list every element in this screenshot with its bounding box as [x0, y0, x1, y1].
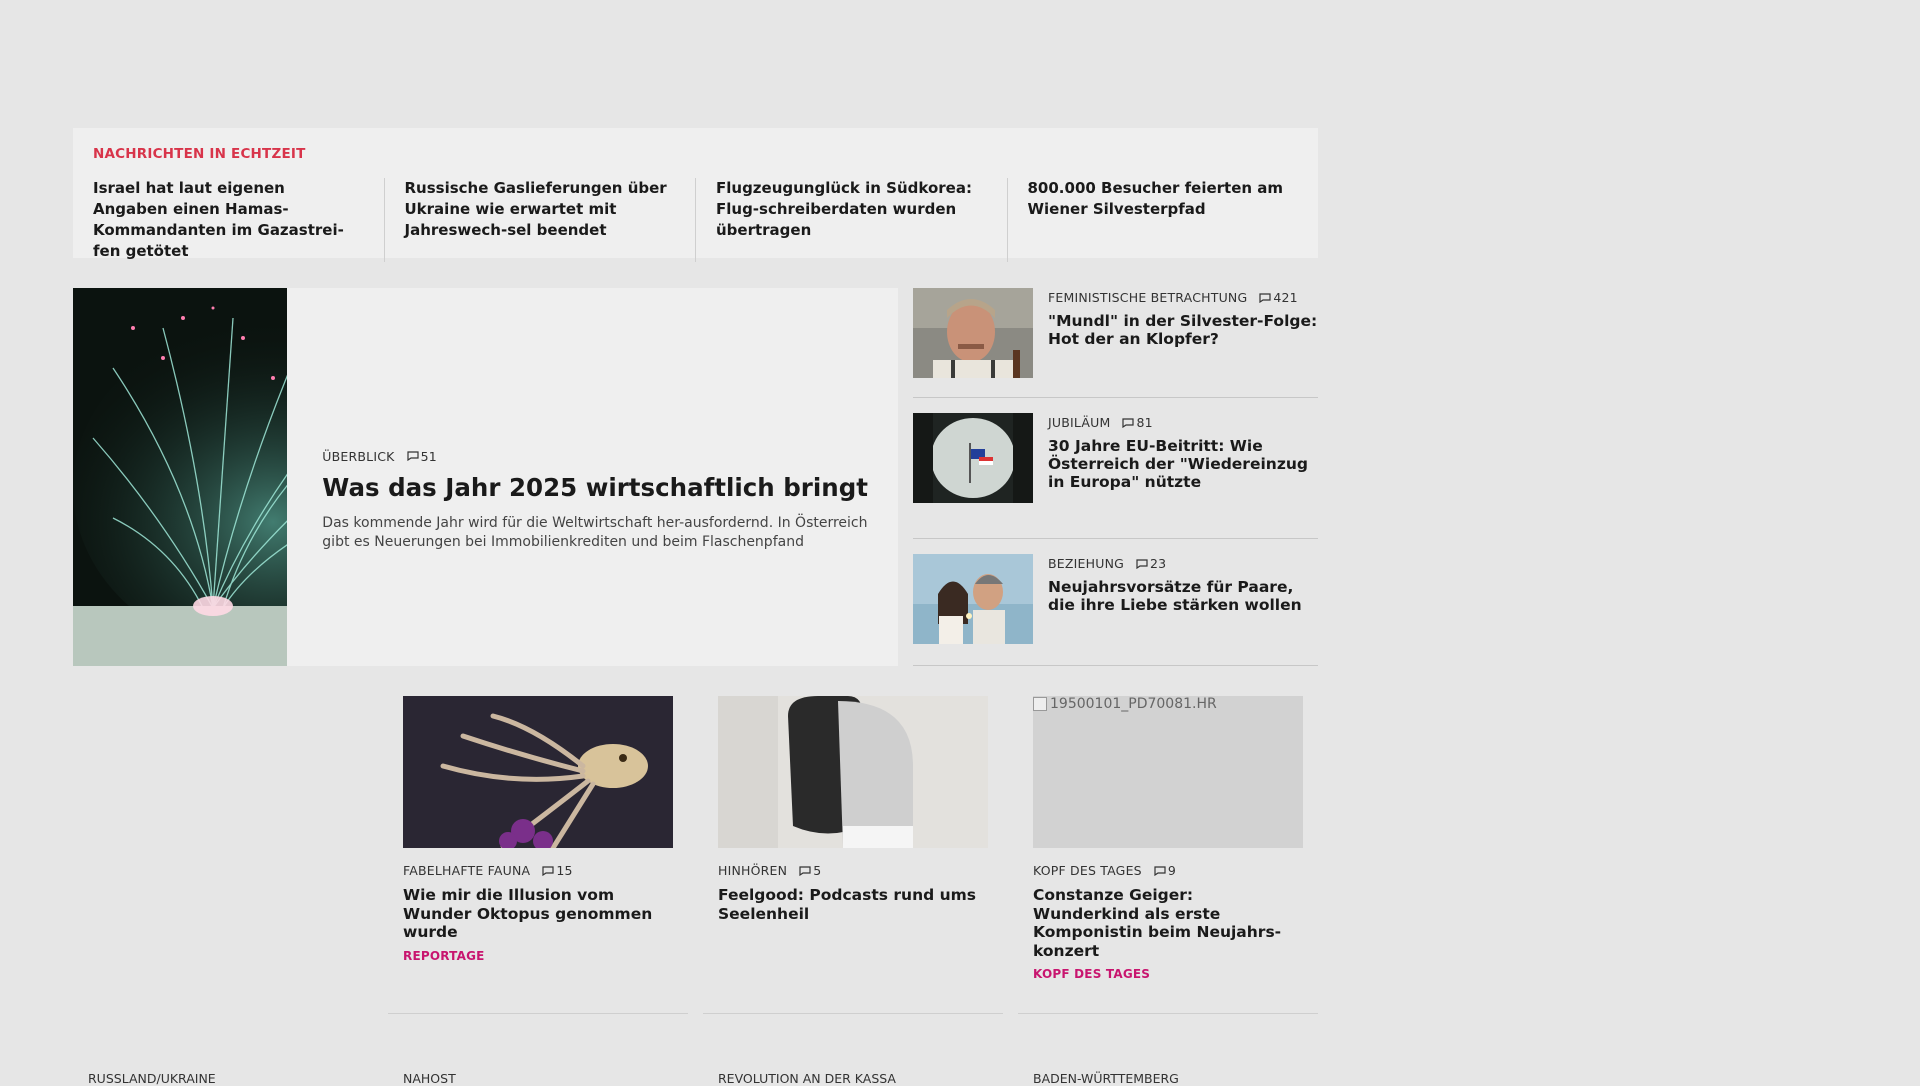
next-row-kicker[interactable]: RUSSLAND/UKRAINE: [88, 1071, 216, 1086]
side-article-title[interactable]: 30 Jahre EU-Beitritt: Wie Österreich der…: [1048, 437, 1318, 491]
side-article-image[interactable]: [913, 413, 1033, 503]
ticker-title[interactable]: NACHRICHTEN IN ECHTZEIT: [93, 146, 1298, 162]
comment-count-value: 421: [1273, 290, 1298, 305]
card-image[interactable]: [718, 696, 988, 848]
comment-count-value: 5: [813, 863, 822, 878]
ticker-item[interactable]: Flugzeugunglück in Südkorea: Flug-schrei…: [695, 178, 1007, 262]
side-kicker: BEZIEHUNG 23: [1048, 556, 1318, 571]
comment-count[interactable]: 421: [1259, 290, 1298, 305]
side-article[interactable]: BEZIEHUNG 23 Neujahrsvorsätze für Paare,…: [913, 539, 1318, 666]
comment-icon: [1259, 292, 1271, 303]
comment-icon: [1122, 417, 1135, 428]
comment-icon: [1136, 558, 1148, 569]
hero-kicker: ÜBERBLICK 51: [322, 449, 868, 464]
card-kicker: KOPF DES TAGES 9: [1033, 863, 1303, 878]
portrait-illustration: [913, 288, 1033, 378]
broken-image-icon: [1033, 697, 1047, 711]
comment-count[interactable]: 23: [1136, 556, 1166, 571]
image-alt-text: 19500101_PD70081.HR: [1033, 696, 1217, 712]
teaser-card[interactable]: 19500101_PD70081.HR KOPF DES TAGES 9 Con…: [1033, 696, 1303, 981]
card-tag[interactable]: KOPF DES TAGES: [1033, 967, 1303, 981]
ticker-item[interactable]: 800.000 Besucher feierten am Wiener Silv…: [1006, 178, 1299, 262]
next-row-kicker[interactable]: REVOLUTION AN DER KASSA: [718, 1071, 896, 1086]
kicker-label: ÜBERBLICK: [322, 448, 395, 464]
live-news-ticker: NACHRICHTEN IN ECHTZEIT Israel hat laut …: [73, 128, 1318, 262]
comment-count[interactable]: 5: [799, 863, 821, 878]
card-image-broken[interactable]: 19500101_PD70081.HR: [1033, 696, 1303, 848]
kicker-label: FEMINISTISCHE BETRACHTUNG: [1048, 290, 1248, 305]
kicker-label: JUBILÄUM: [1048, 415, 1111, 430]
octopus-illustration: [403, 696, 673, 848]
teaser-card[interactable]: HINHÖREN 5 Feelgood: Podcasts rund ums S…: [718, 696, 988, 923]
kicker-label: HINHÖREN: [718, 863, 788, 878]
kicker-label: FABELHAFTE FAUNA: [403, 863, 531, 878]
teaser-card[interactable]: FABELHAFTE FAUNA 15 Wie mir die Illusion…: [403, 696, 673, 963]
side-article[interactable]: FEMINISTISCHE BETRACHTUNG 421 "Mundl" in…: [913, 288, 1318, 398]
divider: [703, 1013, 1003, 1014]
side-kicker: FEMINISTISCHE BETRACHTUNG 421: [1048, 290, 1318, 305]
ticker-item[interactable]: Russische Gaslieferungen über Ukraine wi…: [383, 178, 696, 262]
kicker-label: BEZIEHUNG: [1048, 556, 1125, 571]
comment-icon: [542, 865, 554, 876]
comment-icon: [1154, 865, 1166, 876]
card-image[interactable]: [403, 696, 673, 848]
side-article-text: JUBILÄUM 81 30 Jahre EU-Beitritt: Wie Ös…: [1033, 413, 1318, 538]
side-kicker: JUBILÄUM 81: [1048, 415, 1318, 430]
ticker-item[interactable]: Israel hat laut eigenen Angaben einen Ha…: [93, 178, 384, 262]
card-title[interactable]: Feelgood: Podcasts rund ums Seelenheil: [718, 886, 988, 923]
card-tag[interactable]: REPORTAGE: [403, 949, 673, 963]
comment-count-value: 9: [1167, 863, 1176, 878]
hero-fireworks-image[interactable]: [73, 288, 288, 666]
side-article-text: FEMINISTISCHE BETRACHTUNG 421 "Mundl" in…: [1033, 288, 1318, 397]
side-article-image[interactable]: [913, 288, 1033, 378]
comment-icon: [799, 865, 811, 876]
comment-count[interactable]: 15: [542, 863, 572, 878]
comment-count-value: 51: [420, 448, 437, 464]
side-article[interactable]: JUBILÄUM 81 30 Jahre EU-Beitritt: Wie Ös…: [913, 398, 1318, 539]
card-kicker: HINHÖREN 5: [718, 863, 988, 878]
image-alt-label: 19500101_PD70081.HR: [1050, 696, 1217, 712]
flag-illustration: [913, 413, 1033, 503]
next-row-kicker[interactable]: NAHOST: [403, 1071, 456, 1086]
kicker-label: KOPF DES TAGES: [1033, 863, 1142, 878]
comment-icon: [406, 451, 419, 461]
hero-description: Das kommende Jahr wird für die Weltwirts…: [322, 514, 868, 550]
side-article-image[interactable]: [913, 554, 1033, 644]
side-article-title[interactable]: "Mundl" in der Silvester-Folge: Hot der …: [1048, 312, 1318, 348]
hero-title[interactable]: Was das Jahr 2025 wirtschaftlich bringt: [322, 473, 868, 502]
comment-count[interactable]: 81: [1122, 415, 1153, 430]
side-article-text: BEZIEHUNG 23 Neujahrsvorsätze für Paare,…: [1033, 554, 1318, 665]
comment-count-value: 81: [1136, 415, 1153, 430]
fireworks-illustration: [73, 288, 288, 666]
comment-count-value: 15: [556, 863, 573, 878]
microphone-illustration: [718, 696, 988, 848]
next-row-kicker[interactable]: BADEN-WÜRTTEMBERG: [1033, 1071, 1179, 1086]
card-title[interactable]: Wie mir die Illusion vom Wunder Oktopus …: [403, 886, 673, 942]
card-title[interactable]: Constanze Geiger: Wunderkind als erste K…: [1033, 886, 1303, 960]
ticker-items: Israel hat laut eigenen Angaben einen Ha…: [93, 178, 1298, 262]
side-article-title[interactable]: Neujahrsvorsätze für Paare, die ihre Lie…: [1048, 578, 1318, 614]
couple-illustration: [913, 554, 1033, 644]
side-article-list: FEMINISTISCHE BETRACHTUNG 421 "Mundl" in…: [913, 288, 1318, 666]
comment-count[interactable]: 51: [406, 448, 437, 464]
divider: [388, 1013, 688, 1014]
card-kicker: FABELHAFTE FAUNA 15: [403, 863, 673, 878]
comment-count-value: 23: [1150, 556, 1167, 571]
hero-text: ÜBERBLICK 51 Was das Jahr 2025 wirtschaf…: [287, 288, 898, 666]
hero-article[interactable]: ÜBERBLICK 51 Was das Jahr 2025 wirtschaf…: [73, 288, 898, 666]
divider: [1018, 1013, 1318, 1014]
comment-count[interactable]: 9: [1154, 863, 1176, 878]
